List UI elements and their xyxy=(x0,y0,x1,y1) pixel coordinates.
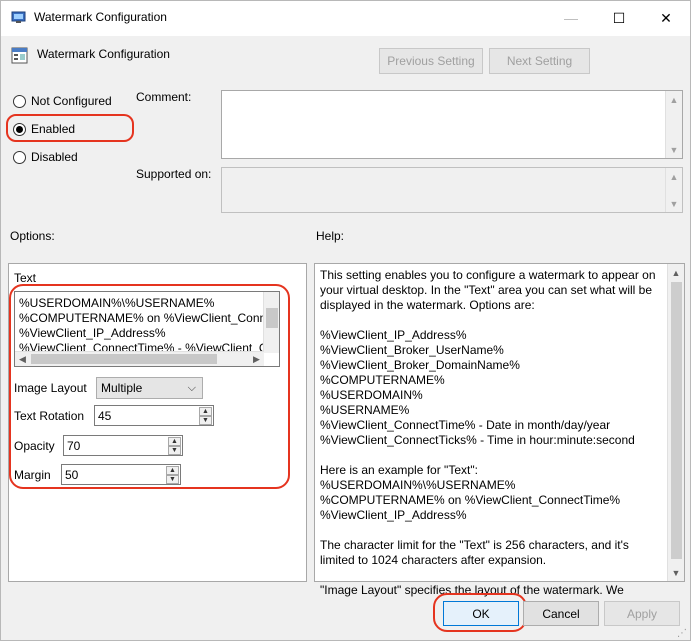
scroll-down-icon[interactable]: ▼ xyxy=(666,141,682,158)
help-line: The character limit for the "Text" is 25… xyxy=(320,538,629,552)
previous-setting-button[interactable]: Previous Setting xyxy=(379,48,483,74)
help-line xyxy=(320,313,660,328)
highlight-options xyxy=(9,284,290,489)
supported-scrollbar[interactable]: ▲ ▼ xyxy=(665,168,682,212)
help-line: displayed in the watermark. Options are: xyxy=(320,298,535,312)
radio-disabled[interactable]: Disabled xyxy=(13,150,78,164)
help-line: %ViewClient_Broker_UserName% xyxy=(320,343,504,357)
help-line: %COMPUTERNAME% xyxy=(320,373,445,387)
comment-scrollbar[interactable]: ▲ ▼ xyxy=(665,91,682,158)
help-panel: This setting enables you to configure a … xyxy=(314,263,685,597)
scroll-down-icon[interactable]: ▼ xyxy=(668,564,684,581)
radio-label: Disabled xyxy=(31,150,78,164)
scroll-thumb[interactable] xyxy=(671,282,682,559)
apply-button[interactable]: Apply xyxy=(604,601,680,626)
scroll-up-icon[interactable]: ▲ xyxy=(668,264,684,281)
help-line: %USERDOMAIN% xyxy=(320,388,423,402)
help-line: limited to 1024 characters after expansi… xyxy=(320,553,547,567)
help-line: %ViewClient_Broker_DomainName% xyxy=(320,358,520,372)
help-scrollbar[interactable]: ▲ ▼ xyxy=(667,264,684,581)
help-line: %COMPUTERNAME% on %ViewClient_ConnectTim… xyxy=(320,493,621,507)
help-line: Here is an example for "Text": xyxy=(320,463,478,477)
help-line: %ViewClient_IP_Address% xyxy=(320,328,467,342)
radio-label: Enabled xyxy=(31,122,76,136)
radio-button[interactable] xyxy=(13,122,26,136)
supported-on-field: ▲ ▼ xyxy=(221,167,683,213)
help-line: %ViewClient_ConnectTime% - Date in month… xyxy=(320,418,611,432)
help-text: This setting enables you to configure a … xyxy=(320,268,660,598)
help-line: This setting enables you to configure a … xyxy=(320,268,656,282)
help-line: %ViewClient_ConnectTicks% - Time in hour… xyxy=(320,433,635,447)
text-label: Text xyxy=(14,271,37,285)
next-setting-button[interactable]: Next Setting xyxy=(489,48,590,74)
ok-button[interactable]: OK xyxy=(443,601,519,626)
comment-label: Comment: xyxy=(136,90,192,104)
options-label: Options: xyxy=(10,229,55,243)
resize-grip-icon[interactable]: ⋰ xyxy=(677,628,687,639)
help-line xyxy=(320,523,660,538)
cancel-button[interactable]: Cancel xyxy=(523,601,599,626)
maximize-button[interactable]: ☐ xyxy=(596,0,642,36)
help-line: your virtual desktop. In the "Text" area… xyxy=(320,283,653,297)
minimize-button[interactable]: — xyxy=(548,0,594,36)
close-button[interactable]: ✕ xyxy=(643,0,689,36)
radio-enabled[interactable]: Enabled xyxy=(13,122,75,136)
comment-field[interactable]: ▲ ▼ xyxy=(221,90,683,159)
radio-button[interactable] xyxy=(13,94,26,108)
setting-title: Watermark Configuration xyxy=(37,47,170,61)
scroll-up-icon[interactable]: ▲ xyxy=(666,91,682,108)
scroll-up-icon[interactable]: ▲ xyxy=(666,168,682,185)
help-label: Help: xyxy=(316,229,345,243)
help-line: %USERNAME% xyxy=(320,403,410,417)
radio-label: Not Configured xyxy=(31,94,112,108)
help-line: %USERDOMAIN%\%USERNAME% xyxy=(320,478,516,492)
policy-icon xyxy=(11,47,28,64)
radio-not-configured[interactable]: Not Configured xyxy=(13,94,112,108)
help-line xyxy=(320,568,660,583)
window-title: Watermark Configuration xyxy=(34,10,167,24)
supported-on-label: Supported on: xyxy=(136,167,212,181)
help-line: %ViewClient_IP_Address% xyxy=(320,508,467,522)
app-icon xyxy=(11,9,27,25)
scroll-down-icon[interactable]: ▼ xyxy=(666,195,682,212)
help-line xyxy=(320,448,660,463)
radio-button[interactable] xyxy=(13,150,26,164)
